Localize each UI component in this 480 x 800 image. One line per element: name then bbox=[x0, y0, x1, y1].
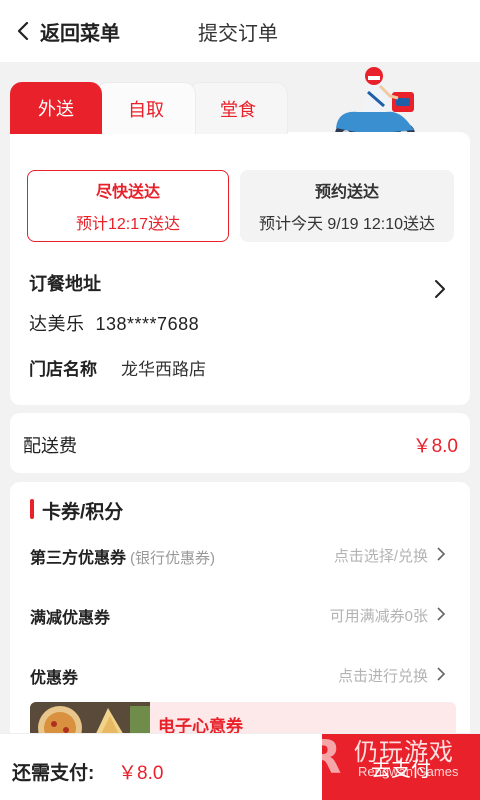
chevron-right-icon[interactable] bbox=[432, 278, 448, 300]
coupons-title: 卡券/积分 bbox=[42, 502, 124, 523]
page-title: 提交订单 bbox=[198, 23, 278, 45]
row-sublabel: (银行优惠券) bbox=[130, 550, 216, 567]
asap-eta: 预计12:17送达 bbox=[75, 216, 181, 233]
amount-due-value: ￥8.0 bbox=[118, 763, 164, 784]
scheduled-eta: 预计今天 9/19 12:10送达 bbox=[258, 216, 436, 233]
amount-due-label: 还需支付: bbox=[12, 763, 95, 784]
third-party-coupon-row[interactable]: 第三方优惠券 (银行优惠券) 点击选择/兑换 bbox=[10, 534, 470, 574]
coupons-card: 卡券/积分 第三方优惠券 (银行优惠券) 点击选择/兑换 满减优惠券 可用满减券0… bbox=[10, 482, 470, 742]
chevron-right-icon bbox=[437, 547, 446, 561]
address-contact: 达美乐 138****7688 bbox=[29, 314, 200, 334]
row-label: 满减优惠券 bbox=[30, 610, 111, 627]
asap-title: 尽快送达 bbox=[95, 184, 160, 201]
delivery-fee-card: 配送费 ￥8.0 bbox=[10, 413, 470, 473]
tab-delivery[interactable]: 外送 bbox=[10, 82, 102, 134]
order-type-tabs: 外送 自取 堂食 bbox=[10, 82, 290, 134]
checkout-bar: 还需支付: ￥8.0 去支付 bbox=[0, 733, 480, 800]
header: 返回菜单 提交订单 bbox=[0, 0, 480, 62]
discount-coupon-row[interactable]: 满减优惠券 可用满减券0张 bbox=[10, 594, 470, 634]
scheduled-title: 预约送达 bbox=[314, 184, 379, 201]
back-label: 返回菜单 bbox=[40, 22, 120, 45]
asap-delivery-option[interactable]: 尽快送达 预计12:17送达 bbox=[27, 170, 229, 242]
row-hint: 可用满减券0张 bbox=[329, 608, 428, 625]
row-label: 优惠券 bbox=[30, 670, 79, 687]
address-label: 订餐地址 bbox=[29, 274, 101, 294]
scheduled-delivery-option[interactable]: 预约送达 预计今天 9/19 12:10送达 bbox=[240, 170, 454, 242]
pay-button[interactable]: 去支付 bbox=[322, 734, 480, 800]
row-hint: 点击进行兑换 bbox=[337, 668, 428, 685]
store-label: 门店名称 bbox=[29, 360, 97, 379]
tab-dine-in[interactable]: 堂食 bbox=[188, 82, 288, 134]
store-name: 龙华西路店 bbox=[121, 360, 206, 379]
delivery-fee-label: 配送费 bbox=[23, 436, 77, 456]
chevron-right-icon bbox=[437, 607, 446, 621]
chevron-right-icon bbox=[437, 667, 446, 681]
order-details-card: 尽快送达 预计12:17送达 预约送达 预计今天 9/19 12:10送达 订餐… bbox=[10, 132, 470, 405]
row-label: 第三方优惠券 (银行优惠券) bbox=[30, 550, 216, 567]
voucher-row[interactable]: 优惠券 点击进行兑换 bbox=[10, 654, 470, 694]
back-button[interactable]: 返回菜单 bbox=[14, 14, 120, 48]
row-hint: 点击选择/兑换 bbox=[333, 548, 428, 565]
delivery-fee-value: ￥8.0 bbox=[412, 436, 458, 457]
section-accent-bar bbox=[30, 499, 34, 519]
tab-pickup[interactable]: 自取 bbox=[96, 82, 196, 134]
chevron-left-icon bbox=[17, 21, 29, 41]
